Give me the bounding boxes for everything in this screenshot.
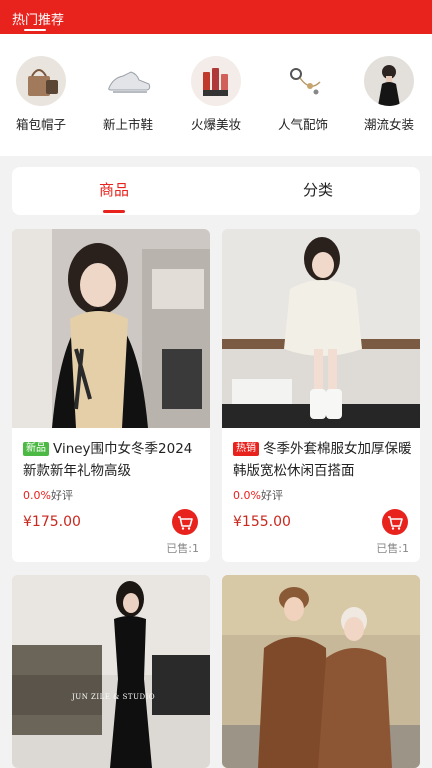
tab-bar: 商品 分类 <box>12 167 420 215</box>
category-label: 火爆美妆 <box>190 117 241 132</box>
sneaker-icon <box>103 56 153 106</box>
cart-icon <box>178 516 193 530</box>
rating-percent: 0.0% <box>233 489 261 502</box>
section-title: 热门推荐 <box>12 13 65 28</box>
category-strip: 箱包帽子 新上市鞋 火爆美妆 人气配饰 潮流女装 <box>0 34 432 156</box>
category-item-accessories[interactable]: 人气配饰 <box>264 56 342 133</box>
product-card[interactable]: JUN ZILE & STUDIO <box>12 575 210 768</box>
product-image <box>222 229 420 428</box>
product-image <box>12 229 210 428</box>
sold-count: 已售:1 <box>166 542 199 555</box>
new-badge: 新品 <box>23 442 49 456</box>
tab-indicator <box>103 210 125 213</box>
product-price: ¥155.00 <box>233 514 291 530</box>
product-price: ¥175.00 <box>23 514 81 530</box>
product-card[interactable]: 热销 冬季外套棉服女加厚保暖韩版宽松休闲百搭面 0.0%好评 ¥155.00 已售… <box>222 229 420 562</box>
bag-icon <box>16 56 66 106</box>
tab-categories[interactable]: 分类 <box>216 167 420 215</box>
lipstick-icon <box>191 56 241 106</box>
product-rating: 0.0%好评 <box>23 487 73 503</box>
category-item-bags[interactable]: 箱包帽子 <box>2 56 80 133</box>
tab-label: 商品 <box>98 181 129 199</box>
photo-watermark: JUN ZILE & STUDIO <box>72 693 156 701</box>
rating-label: 好评 <box>260 489 283 502</box>
category-item-shoes[interactable]: 新上市鞋 <box>89 56 167 133</box>
product-card[interactable] <box>222 575 420 768</box>
product-rating: 0.0%好评 <box>233 487 283 503</box>
product-image: JUN ZILE & STUDIO <box>12 575 210 768</box>
rating-percent: 0.0% <box>23 489 51 502</box>
rating-label: 好评 <box>50 489 73 502</box>
product-card[interactable]: 新品 Viney围巾女冬季2024新款新年礼物高级 0.0%好评 ¥175.00 … <box>12 229 210 562</box>
product-title-text: 冬季外套棉服女加厚保暖韩版宽松休闲百搭面 <box>233 441 412 479</box>
category-item-womenswear[interactable]: 潮流女装 <box>350 56 428 133</box>
product-title[interactable]: 热销 冬季外套棉服女加厚保暖韩版宽松休闲百搭面 <box>233 438 413 482</box>
product-image <box>222 575 420 768</box>
add-to-cart-button[interactable] <box>172 509 198 535</box>
category-label: 人气配饰 <box>277 117 328 132</box>
category-label: 箱包帽子 <box>15 117 66 132</box>
dress-icon <box>364 56 414 106</box>
tab-label: 分类 <box>302 181 333 199</box>
sold-count: 已售:1 <box>376 542 409 555</box>
cart-icon <box>388 516 403 530</box>
product-title[interactable]: 新品 Viney围巾女冬季2024新款新年礼物高级 <box>23 438 203 482</box>
category-label: 潮流女装 <box>363 117 414 132</box>
tab-products[interactable]: 商品 <box>12 167 216 215</box>
title-underline <box>24 29 46 31</box>
category-label: 新上市鞋 <box>102 117 153 132</box>
category-item-makeup[interactable]: 火爆美妆 <box>177 56 255 133</box>
add-to-cart-button[interactable] <box>382 509 408 535</box>
top-bar: 热门推荐 <box>0 0 432 34</box>
jewelry-icon <box>278 56 328 106</box>
hot-sale-badge: 热销 <box>233 442 259 456</box>
